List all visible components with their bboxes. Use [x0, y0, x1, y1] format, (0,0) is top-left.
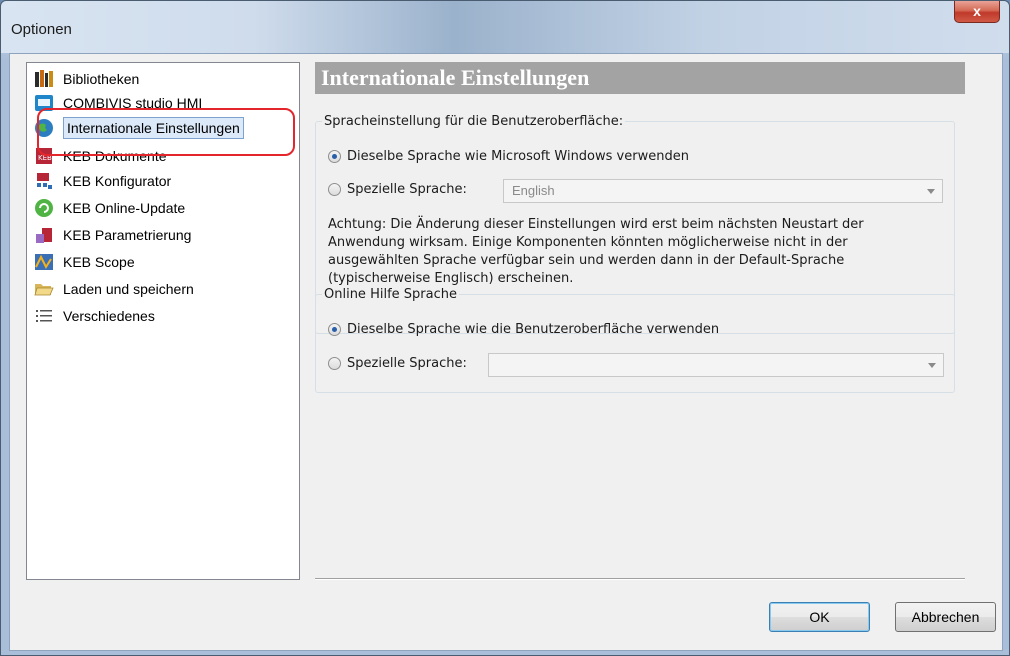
keb-documents-icon: KEB [33, 146, 55, 166]
chevron-down-icon [927, 189, 935, 194]
ui-language-special-option[interactable]: Spezielle Sprache: [328, 182, 467, 197]
option-label: Spezielle Sprache: [347, 356, 467, 371]
dialog-client-area: Bibliotheken COMBIVIS studio HMI Interna… [9, 53, 1003, 651]
radio-unselected[interactable] [328, 357, 341, 370]
globe-icon [33, 118, 55, 138]
cancel-button[interactable]: Abbrechen [895, 602, 996, 632]
ui-language-legend: Spracheinstellung für die Benutzeroberfl… [324, 114, 624, 129]
sidebar-item-label: KEB Online-Update [63, 200, 186, 216]
help-language-special-option[interactable]: Spezielle Sprache: [328, 356, 467, 371]
help-language-group: Online Hilfe Sprache Dieselbe Sprache wi… [315, 287, 955, 393]
sidebar-item-keb-parametrierung[interactable]: KEB Parametrierung [33, 223, 191, 247]
sidebar-item-keb-online-update[interactable]: KEB Online-Update [33, 196, 185, 220]
ui-language-same-option[interactable]: Dieselbe Sprache wie Microsoft Windows v… [328, 149, 689, 164]
sidebar-item-label: KEB Dokumente [63, 148, 167, 164]
sidebar-item-label: KEB Konfigurator [63, 173, 172, 189]
radio-unselected[interactable] [328, 183, 341, 196]
chevron-down-icon [928, 363, 936, 368]
scope-icon [33, 252, 55, 272]
folder-open-icon [33, 279, 55, 299]
list-icon [33, 306, 55, 326]
selected-language: English [512, 183, 555, 198]
sidebar-item-keb-scope[interactable]: KEB Scope [33, 250, 135, 274]
ui-language-select[interactable]: English [503, 179, 943, 203]
divider [315, 578, 965, 580]
help-language-same-option[interactable]: Dieselbe Sprache wie die Benutzeroberflä… [328, 322, 719, 337]
sidebar-item-internationale-einstellungen[interactable]: Internationale Einstellungen [33, 116, 244, 140]
svg-text:KEB: KEB [38, 154, 52, 162]
sidebar-item-verschiedenes[interactable]: Verschiedenes [33, 304, 155, 328]
sidebar-item-label: COMBIVIS studio HMI [63, 95, 203, 111]
options-dialog: Optionen x Bibliotheken COMBIVIS studio … [0, 0, 1010, 656]
radio-selected[interactable] [328, 150, 341, 163]
close-button[interactable]: x [954, 1, 1000, 23]
sidebar-item-label: KEB Parametrierung [63, 227, 192, 243]
keb-configurator-icon [33, 171, 55, 191]
window-title: Optionen [11, 21, 72, 38]
books-icon [33, 69, 55, 89]
sidebar-item-label: KEB Scope [63, 254, 135, 270]
sidebar-item-label: Verschiedenes [63, 308, 155, 324]
option-label: Dieselbe Sprache wie Microsoft Windows v… [347, 149, 689, 164]
sidebar-item-bibliotheken[interactable]: Bibliotheken [33, 67, 139, 91]
option-label: Dieselbe Sprache wie die Benutzeroberflä… [347, 322, 720, 337]
sidebar-item-keb-konfigurator[interactable]: KEB Konfigurator [33, 169, 171, 193]
parametrization-icon [33, 225, 55, 245]
online-update-icon [33, 198, 55, 218]
help-language-select[interactable] [488, 353, 944, 377]
sidebar-item-label: Laden und speichern [63, 281, 194, 297]
page-title: Internationale Einstellungen [315, 62, 965, 94]
category-tree: Bibliotheken COMBIVIS studio HMI Interna… [26, 62, 300, 580]
sidebar-item-label: Bibliotheken [63, 71, 140, 87]
sidebar-item-keb-dokumente[interactable]: KEB KEB Dokumente [33, 144, 167, 168]
sidebar-item-combivis-hmi[interactable]: COMBIVIS studio HMI [33, 91, 202, 115]
sidebar-item-label: Internationale Einstellungen [63, 117, 244, 139]
hmi-icon [33, 93, 55, 113]
restart-note: Achtung: Die Änderung dieser Einstellung… [328, 217, 864, 286]
radio-selected[interactable] [328, 323, 341, 336]
sidebar-item-laden-und-speichern[interactable]: Laden und speichern [33, 277, 194, 301]
help-language-legend: Online Hilfe Sprache [324, 287, 457, 302]
title-bar[interactable]: Optionen x [1, 1, 1009, 53]
option-label: Spezielle Sprache: [347, 182, 467, 197]
ok-button[interactable]: OK [769, 602, 870, 632]
